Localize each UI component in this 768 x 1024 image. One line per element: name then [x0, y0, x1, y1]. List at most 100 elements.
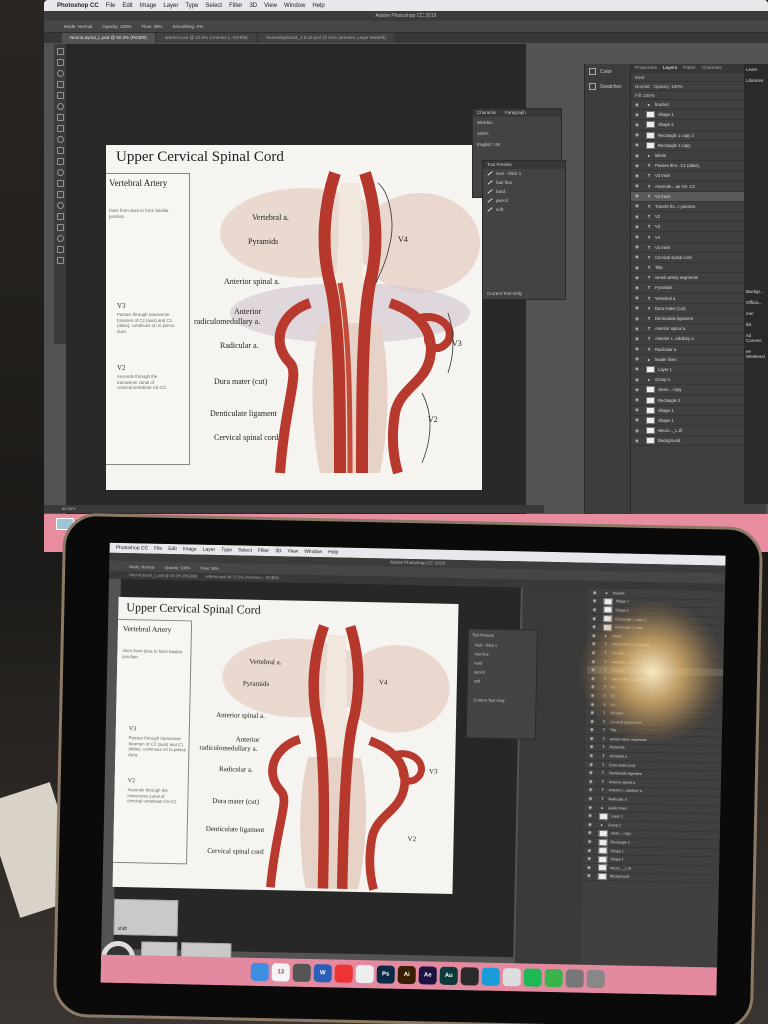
- visibility-eye-icon[interactable]: ◉: [631, 173, 643, 179]
- visibility-eye-icon[interactable]: ◉: [631, 295, 643, 301]
- doc-tab-neurolayout[interactable]: NeuroLayout_L.psd @ 50.3% (RGB/8): [62, 33, 155, 43]
- visibility-eye-icon[interactable]: ◉: [585, 744, 597, 750]
- menu-view[interactable]: View: [287, 548, 298, 554]
- smoothing-option[interactable]: Smoothing: 0%: [173, 24, 204, 29]
- gradient-tool-icon[interactable]: [56, 158, 64, 165]
- visibility-eye-icon[interactable]: ◉: [631, 387, 643, 393]
- menu-help[interactable]: Help: [312, 3, 324, 9]
- menu-layer[interactable]: Layer: [203, 547, 216, 553]
- current-tool-only[interactable]: Current Tool Only: [487, 291, 522, 296]
- word-icon[interactable]: W: [313, 964, 332, 983]
- visibility-eye-icon[interactable]: ◉: [584, 813, 596, 819]
- menu-app[interactable]: Photoshop CC: [57, 3, 99, 9]
- visibility-eye-icon[interactable]: ◉: [585, 753, 597, 759]
- visibility-eye-icon[interactable]: ◉: [631, 214, 643, 220]
- lasso-tool-icon[interactable]: [56, 70, 64, 77]
- doc-tab-cleanedup[interactable]: cleanedupload4_1.8.19.psd @ 61% (arterie…: [257, 33, 394, 43]
- preset-item[interactable]: pencil: [483, 196, 565, 205]
- healing-tool-icon[interactable]: [56, 103, 64, 110]
- visibility-eye-icon[interactable]: ◉: [583, 847, 595, 853]
- preset-item[interactable]: soft: [468, 676, 536, 686]
- hand-tool-icon[interactable]: [56, 235, 64, 242]
- visibility-eye-icon[interactable]: ◉: [631, 244, 643, 250]
- visibility-eye-icon[interactable]: ◉: [586, 736, 598, 742]
- cinema4d-icon[interactable]: [481, 967, 500, 986]
- tab-channels[interactable]: Channels: [702, 64, 722, 73]
- path-select-icon[interactable]: [56, 213, 64, 220]
- visibility-eye-icon[interactable]: ◉: [631, 275, 643, 281]
- menu-image[interactable]: Image: [183, 546, 197, 552]
- mode-option[interactable]: Mode: Normal: [129, 564, 154, 570]
- visibility-eye-icon[interactable]: ◉: [584, 822, 596, 828]
- visibility-eye-icon[interactable]: ◉: [631, 132, 643, 138]
- move-tool-icon[interactable]: [56, 48, 64, 55]
- tab-character[interactable]: Character: [477, 109, 497, 117]
- visibility-eye-icon[interactable]: ◉: [631, 203, 643, 209]
- color-swatch-icon[interactable]: [56, 257, 64, 264]
- visibility-eye-icon[interactable]: ◉: [631, 122, 643, 128]
- visibility-eye-icon[interactable]: ◉: [584, 804, 596, 810]
- visibility-eye-icon[interactable]: ◉: [631, 305, 643, 311]
- visibility-eye-icon[interactable]: ◉: [631, 254, 643, 260]
- tab-properties[interactable]: Properties: [635, 64, 657, 73]
- visibility-eye-icon[interactable]: ◉: [631, 153, 643, 159]
- visibility-eye-icon[interactable]: ◉: [631, 234, 643, 240]
- layer-opacity[interactable]: Opacity: 100%: [654, 84, 683, 89]
- visibility-eye-icon[interactable]: ◉: [584, 830, 596, 836]
- menu-filter[interactable]: Filter: [258, 548, 269, 554]
- audition-icon[interactable]: Au: [439, 966, 458, 986]
- visibility-eye-icon[interactable]: ◉: [631, 366, 643, 372]
- zoom-tool-icon[interactable]: [56, 246, 64, 253]
- doc-tab-arteries[interactable]: arteries.psd @ 23.5% (Arteries L, RGB/8): [156, 33, 256, 43]
- visibility-eye-icon[interactable]: ◉: [631, 326, 643, 332]
- menu-window[interactable]: Window: [304, 549, 322, 555]
- filter-kind[interactable]: Kind: [635, 75, 644, 80]
- preview-icon[interactable]: [355, 964, 374, 984]
- preset-item[interactable]: soft: [483, 205, 565, 214]
- preset-item[interactable]: hair fine: [483, 178, 565, 187]
- illustrator-icon[interactable]: Ai: [397, 965, 416, 985]
- visibility-eye-icon[interactable]: ◉: [631, 407, 643, 413]
- photoshop-icon[interactable]: Ps: [376, 965, 395, 984]
- visibility-eye-icon[interactable]: ◉: [631, 346, 643, 352]
- visibility-eye-icon[interactable]: ◉: [584, 796, 596, 802]
- layer-fill[interactable]: Fill: 100%: [635, 93, 655, 98]
- after-effects-icon[interactable]: Ae: [418, 966, 437, 985]
- spotify-icon[interactable]: [523, 968, 542, 987]
- visibility-eye-icon[interactable]: ◉: [631, 102, 643, 108]
- visibility-eye-icon[interactable]: ◉: [631, 336, 643, 342]
- menu-filter[interactable]: Filter: [229, 3, 242, 9]
- visibility-eye-icon[interactable]: ◉: [631, 438, 643, 444]
- visibility-eye-icon[interactable]: ◉: [631, 265, 643, 271]
- document-canvas[interactable]: Upper Cervical Spinal Cord Vertebral Art…: [106, 145, 482, 490]
- visibility-eye-icon[interactable]: ◉: [585, 770, 597, 776]
- character-font[interactable]: Welckin: [473, 117, 561, 128]
- preset-item[interactable]: hard: [483, 187, 565, 196]
- marquee-tool-icon[interactable]: [56, 59, 64, 66]
- visibility-eye-icon[interactable]: ◉: [583, 856, 595, 862]
- tab-paths[interactable]: Paths: [683, 64, 695, 73]
- visibility-eye-icon[interactable]: ◉: [631, 285, 643, 291]
- character-lang[interactable]: English: UK: [473, 139, 561, 150]
- menu-3d[interactable]: 3D: [275, 548, 282, 554]
- learn-label[interactable]: Learn: [744, 64, 768, 75]
- flow-option[interactable]: Flow: 38%: [200, 565, 219, 570]
- calendar-icon[interactable]: 13: [271, 963, 290, 982]
- menu-view[interactable]: View: [264, 3, 277, 9]
- blend-mode[interactable]: Normal: [635, 84, 650, 89]
- menu-select[interactable]: Select: [238, 547, 252, 553]
- zbrush-icon[interactable]: [460, 967, 479, 986]
- dodge-tool-icon[interactable]: [56, 180, 64, 187]
- visibility-eye-icon[interactable]: ◉: [631, 316, 643, 322]
- menu-type[interactable]: Type: [221, 547, 232, 553]
- menu-select[interactable]: Select: [205, 3, 222, 9]
- visibility-eye-icon[interactable]: ◉: [589, 598, 601, 604]
- visibility-eye-icon[interactable]: ◉: [631, 397, 643, 403]
- shape-tool-icon[interactable]: [56, 224, 64, 231]
- history-brush-icon[interactable]: [56, 136, 64, 143]
- libraries-label[interactable]: Libraries: [744, 75, 768, 86]
- current-tool-only[interactable]: Current Tool Only: [467, 695, 535, 705]
- visibility-eye-icon[interactable]: ◉: [588, 607, 600, 613]
- menu-3d[interactable]: 3D: [249, 3, 257, 9]
- opacity-option[interactable]: Opacity: 100%: [102, 24, 131, 29]
